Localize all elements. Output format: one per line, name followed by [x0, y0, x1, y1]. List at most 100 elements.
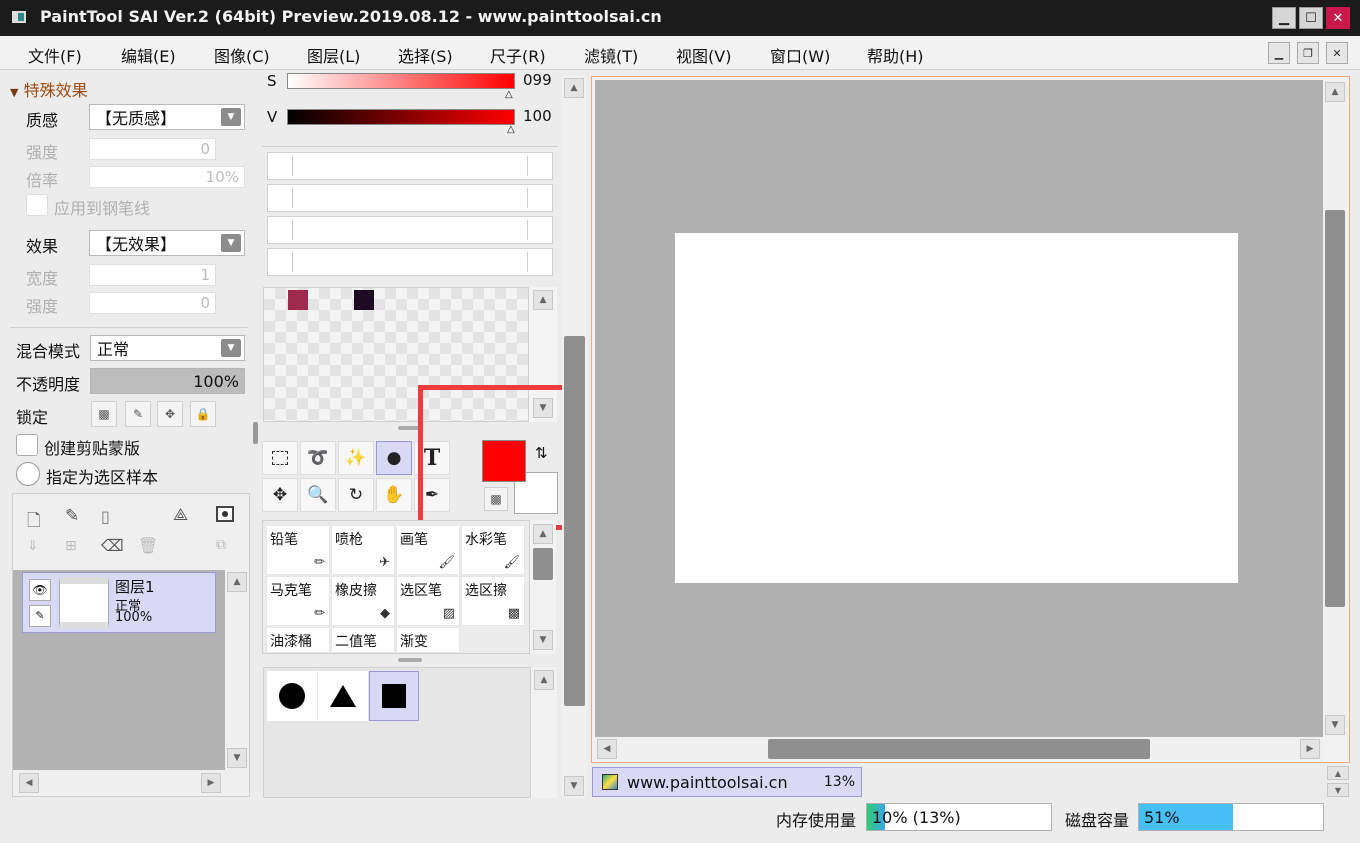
- lock-move-icon[interactable]: ✥: [157, 401, 183, 427]
- scroll-down-icon[interactable]: ▼: [227, 748, 247, 768]
- scroll-thumb[interactable]: [1325, 210, 1345, 607]
- scroll-thumb[interactable]: [564, 336, 585, 706]
- brush-eraser[interactable]: 橡皮擦 ◆: [331, 576, 395, 626]
- square-shape-button[interactable]: [369, 671, 419, 721]
- brush-selection-eraser[interactable]: 选区擦 ▩: [461, 576, 525, 626]
- lock-transparency-icon[interactable]: ▩: [91, 401, 117, 427]
- strength2-slider[interactable]: 0: [89, 292, 216, 314]
- scroll-up-icon[interactable]: ▲: [533, 524, 553, 544]
- canvas-hscrollbar[interactable]: ◀ ▶: [595, 737, 1323, 761]
- lock-all-icon[interactable]: 🔒: [190, 401, 216, 427]
- scroll-right-icon[interactable]: ▶: [201, 773, 221, 793]
- maximize-button[interactable]: ☐: [1299, 7, 1323, 29]
- layer-item[interactable]: 👁 ✎ 图层1 正常 100%: [22, 572, 216, 633]
- new-layer-icon[interactable]: 🗋: [27, 508, 41, 537]
- mix-slider-3[interactable]: [267, 216, 553, 244]
- brush-pencil[interactable]: 铅笔 ✏: [266, 525, 330, 575]
- menu-view[interactable]: 视图(V): [676, 43, 731, 67]
- eye-icon[interactable]: 👁: [29, 579, 51, 601]
- merge-down-icon[interactable]: ⇓: [27, 538, 39, 554]
- brush-marker[interactable]: 马克笔 ✏: [266, 576, 330, 626]
- brush-brush[interactable]: 画笔 🖌: [396, 525, 460, 575]
- scale-slider[interactable]: 10%: [89, 166, 245, 188]
- scroll-up-icon[interactable]: ▲: [564, 78, 584, 98]
- brush-binary-pen[interactable]: 二值笔: [331, 627, 395, 653]
- menu-window[interactable]: 窗口(W): [770, 43, 830, 67]
- mdi-close-button[interactable]: ✕: [1326, 42, 1348, 64]
- move-icon[interactable]: ✥: [262, 478, 298, 512]
- menu-ruler[interactable]: 尺子(R): [490, 43, 546, 67]
- scroll-down-icon[interactable]: ▼: [1325, 715, 1345, 735]
- brush-watercolor[interactable]: 水彩笔 🖌: [461, 525, 525, 575]
- layer-settings-icon[interactable]: ⟁: [173, 505, 188, 525]
- menu-help[interactable]: 帮助(H): [867, 43, 924, 67]
- scroll-up-icon[interactable]: ▲: [1327, 766, 1349, 780]
- effects-header[interactable]: ▼ 特殊效果: [10, 77, 88, 101]
- copy-layer-icon[interactable]: ⧉: [216, 537, 226, 553]
- mix-slider-2[interactable]: [267, 184, 553, 212]
- rect-select-icon[interactable]: [262, 441, 298, 475]
- swatch[interactable]: [354, 290, 374, 310]
- strength-slider[interactable]: 0: [89, 138, 216, 160]
- menu-select[interactable]: 选择(S): [398, 43, 453, 67]
- scroll-up-icon[interactable]: ▲: [1325, 82, 1345, 102]
- brush-scrollbar[interactable]: ▲ ▼: [530, 520, 556, 654]
- pencil-icon[interactable]: ✎: [29, 605, 51, 627]
- saturation-marker-icon[interactable]: △: [505, 89, 513, 100]
- zoom-icon[interactable]: 🔍: [300, 478, 336, 512]
- document-tab[interactable]: www.painttoolsai.cn 13%: [592, 767, 862, 797]
- value-marker-icon[interactable]: △: [507, 124, 515, 135]
- brush-airbrush[interactable]: 喷枪 ✈: [331, 525, 395, 575]
- mdi-minimize-button[interactable]: ▁: [1268, 42, 1290, 64]
- scroll-left-icon[interactable]: ◀: [597, 739, 617, 759]
- circle-shape-button[interactable]: [267, 671, 317, 721]
- menu-layer[interactable]: 图层(L): [307, 43, 360, 67]
- scroll-left-icon[interactable]: ◀: [19, 773, 39, 793]
- menu-image[interactable]: 图像(C): [214, 43, 270, 67]
- add-icon[interactable]: ⊞: [65, 538, 77, 554]
- lock-paint-icon[interactable]: ✎: [125, 401, 151, 427]
- rotate-icon[interactable]: ↻: [338, 478, 374, 512]
- scroll-up-icon[interactable]: ▲: [533, 290, 553, 310]
- effect-select[interactable]: 【无效果】 ▼: [89, 230, 245, 256]
- mix-slider-4[interactable]: [267, 248, 553, 276]
- selection-sample-radio[interactable]: [16, 462, 40, 486]
- layer-hscrollbar[interactable]: ◀ ▶: [13, 771, 225, 795]
- mask-icon[interactable]: [216, 506, 234, 522]
- minimize-button[interactable]: ▁: [1272, 7, 1296, 29]
- clear-layer-icon[interactable]: ⌫: [101, 536, 124, 555]
- scroll-up-icon[interactable]: ▲: [227, 572, 247, 592]
- scroll-right-icon[interactable]: ▶: [1300, 739, 1320, 759]
- hand-icon[interactable]: ✋: [376, 478, 412, 512]
- width-slider[interactable]: 1: [89, 264, 216, 286]
- layer-vscrollbar[interactable]: ▲ ▼: [225, 570, 249, 770]
- scroll-thumb[interactable]: [768, 739, 1150, 759]
- brush-bucket[interactable]: 油漆桶: [266, 627, 330, 653]
- splitter-handle[interactable]: [398, 658, 422, 662]
- menu-file[interactable]: 文件(F): [28, 43, 82, 67]
- opacity-slider[interactable]: 100%: [90, 368, 245, 394]
- mix-slider-1[interactable]: [267, 152, 553, 180]
- new-linework-icon[interactable]: ✎: [65, 506, 79, 526]
- brush-selection-pen[interactable]: 选区笔 ▨: [396, 576, 460, 626]
- menu-filter[interactable]: 滤镜(T): [584, 43, 638, 67]
- swatch[interactable]: [288, 290, 308, 310]
- close-button[interactable]: ✕: [1326, 7, 1350, 29]
- value-slider[interactable]: [287, 109, 515, 125]
- menu-edit[interactable]: 编辑(E): [121, 43, 176, 67]
- clip-mask-checkbox[interactable]: [16, 434, 38, 456]
- scroll-down-icon[interactable]: ▼: [564, 776, 584, 796]
- triangle-shape-button[interactable]: [318, 671, 368, 721]
- trash-icon[interactable]: 🗑: [138, 536, 158, 555]
- shape-scrollbar[interactable]: ▲: [531, 667, 557, 798]
- scroll-down-icon[interactable]: ▼: [533, 630, 553, 650]
- scroll-thumb[interactable]: [533, 548, 553, 580]
- mdi-restore-button[interactable]: ❐: [1297, 42, 1319, 64]
- shape-tool-icon[interactable]: ●: [376, 441, 412, 475]
- magic-wand-icon[interactable]: ✨: [338, 441, 374, 475]
- scroll-down-icon[interactable]: ▼: [1327, 783, 1349, 797]
- lasso-icon[interactable]: ➰: [300, 441, 336, 475]
- saturation-slider[interactable]: [287, 73, 515, 89]
- brush-gradient[interactable]: 渐变: [396, 627, 460, 653]
- canvas-document[interactable]: [675, 233, 1238, 583]
